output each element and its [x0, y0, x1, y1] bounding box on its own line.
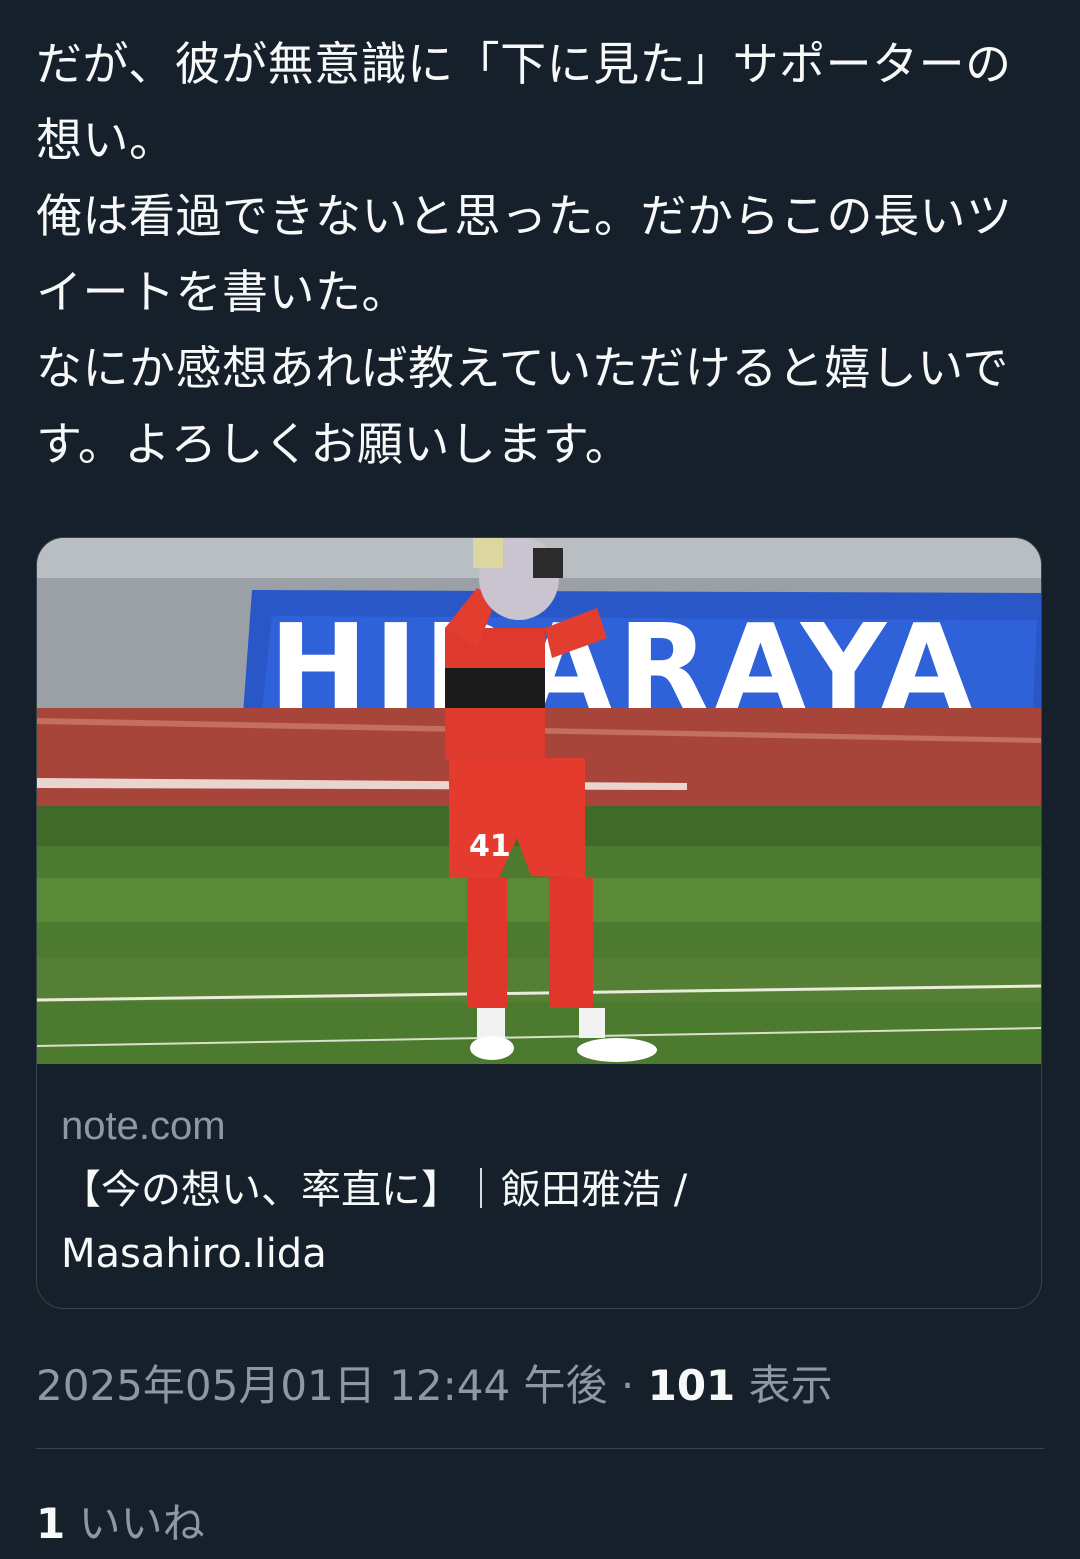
tweet-body: だが、彼が無意識に「下に見た」サポーターの想い。 俺は看過できないと思った。だか… [36, 26, 1046, 482]
views-label: 表示 [748, 1361, 833, 1410]
meta-separator: · [620, 1361, 635, 1410]
likes-label: いいね [78, 1499, 205, 1548]
likes-link[interactable]: 1 いいね [36, 1490, 205, 1551]
tweet-meta: 2025年05月01日 12:44 午後 · 101 表示 [36, 1352, 833, 1413]
tweet-text-line: なにか感想あれば教えていただけると嬉しいです。よろしくお願いします。 [36, 341, 1009, 471]
tweet-timestamp[interactable]: 2025年05月01日 12:44 午後 [36, 1361, 608, 1410]
link-preview-card[interactable]: HIRARAYA 41 note.com 【今の想い、率直に】｜飯田雅浩 / M… [36, 537, 1042, 1309]
card-domain: note.com [61, 1104, 226, 1148]
tweet-detail: だが、彼が無意識に「下に見た」サポーターの想い。 俺は看過できないと思った。だか… [0, 0, 1080, 1559]
views-count: 101 [647, 1361, 736, 1410]
card-meta: note.com 【今の想い、率直に】｜飯田雅浩 / Masahiro.Iida [37, 1064, 1041, 1286]
card-image[interactable]: HIRARAYA 41 [37, 538, 1041, 1064]
tweet-text-line: だが、彼が無意識に「下に見た」サポーターの想い。 [36, 37, 1012, 167]
card-title[interactable]: 【今の想い、率直に】｜飯田雅浩 / Masahiro.Iida [61, 1158, 821, 1286]
shorts-number: 41 [469, 829, 511, 864]
divider [36, 1448, 1044, 1449]
tweet-text-line: 俺は看過できないと思った。だからこの長いツイートを書いた。 [36, 189, 1013, 319]
likes-count: 1 [36, 1499, 66, 1548]
